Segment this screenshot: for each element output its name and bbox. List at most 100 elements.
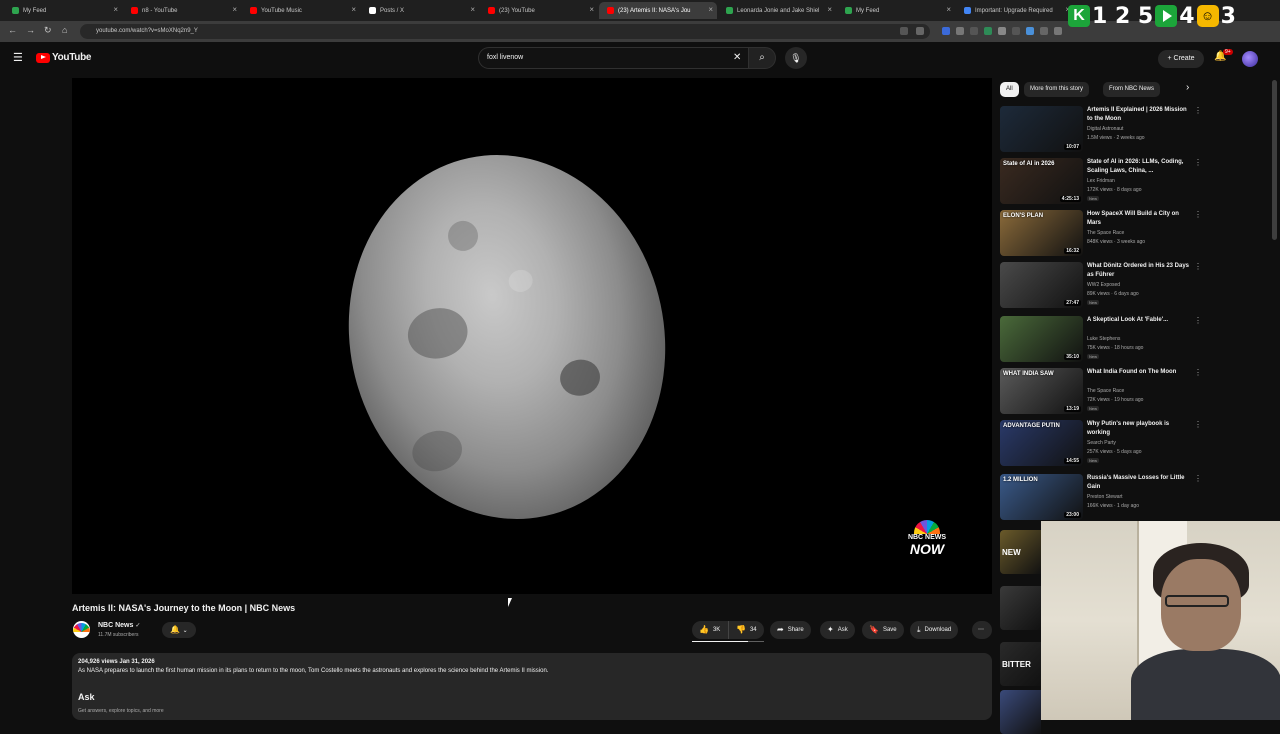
star-icon[interactable] <box>916 27 924 35</box>
page-scrollbar[interactable] <box>1272 80 1277 240</box>
browser-tab[interactable]: My Feed × <box>4 2 122 19</box>
more-vertical-icon[interactable]: ⋮ <box>1194 420 1202 429</box>
more-vertical-icon[interactable]: ⋮ <box>1194 316 1202 325</box>
save-button[interactable]: 🔖 Save <box>862 621 904 639</box>
extension-icon[interactable] <box>942 27 950 35</box>
extension-icon[interactable] <box>1040 27 1048 35</box>
close-tab-icon[interactable]: × <box>351 5 356 14</box>
browser-tab[interactable]: (23) YouTube × <box>480 2 598 19</box>
address-bar[interactable]: youtube.com/watch?v=sMoXNq2n9_Y <box>80 24 930 39</box>
browser-tab[interactable]: Leonarda Jonie and Jake Shiel × <box>718 2 836 19</box>
recommendation-item[interactable]: 10:07 Artemis II Explained | 2026 Mission… <box>1000 106 1202 154</box>
recommendation-item[interactable]: 35:10 A Skeptical Look At 'Fable'... Luke … <box>1000 316 1202 364</box>
close-tab-icon[interactable]: × <box>708 5 713 14</box>
extension-icon[interactable] <box>1012 27 1020 35</box>
close-tab-icon[interactable]: × <box>589 5 594 14</box>
recommendation-channel[interactable]: Search Party <box>1087 440 1116 446</box>
close-tab-icon[interactable]: × <box>113 5 118 14</box>
video-thumbnail[interactable]: 10:07 <box>1000 106 1083 152</box>
recommendation-title[interactable]: Why Putin's new playbook is working <box>1087 420 1191 438</box>
recommendation-channel[interactable]: The Space Race <box>1087 388 1124 394</box>
menu-icon[interactable]: ☰ <box>13 51 23 64</box>
video-thumbnail[interactable]: WHAT INDIA SAW 13:19 <box>1000 368 1083 414</box>
home-icon[interactable]: ⌂ <box>62 25 67 35</box>
close-tab-icon[interactable]: × <box>470 5 475 14</box>
recommendation-channel[interactable]: Lex Fridman <box>1087 178 1115 184</box>
recommendation-title[interactable]: Russia's Massive Losses for Little Gain <box>1087 474 1191 492</box>
more-vertical-icon[interactable]: ⋮ <box>1194 106 1202 115</box>
reload-icon[interactable]: ↻ <box>44 25 52 36</box>
more-vertical-icon[interactable]: ⋮ <box>1194 474 1202 483</box>
recommendation-item[interactable]: WHAT INDIA SAW 13:19 What India Found on T… <box>1000 368 1202 416</box>
clear-search-icon[interactable]: ✕ <box>733 52 741 63</box>
close-tab-icon[interactable]: × <box>827 5 832 14</box>
recommendation-title[interactable]: What India Found on The Moon <box>1087 368 1191 377</box>
recommendation-item[interactable]: 1.2 MILLION 23:00 Russia's Massive Losses … <box>1000 474 1202 522</box>
cast-icon[interactable] <box>900 27 908 35</box>
video-thumbnail[interactable]: 35:10 <box>1000 316 1083 362</box>
chip-from-nbc-news[interactable]: From NBC News <box>1103 82 1161 97</box>
video-thumbnail[interactable] <box>1000 690 1041 734</box>
recommendation-item[interactable]: State of AI in 2026 4:25:13 State of AI in… <box>1000 158 1202 206</box>
browser-tab[interactable]: My Feed × <box>837 2 955 19</box>
ask-button[interactable]: ✦ Ask <box>820 621 855 639</box>
browser-tab[interactable]: YouTube Music × <box>242 2 360 19</box>
video-thumbnail[interactable]: 27:47 <box>1000 262 1083 308</box>
dislike-button[interactable]: 👎 34 <box>729 621 764 639</box>
recommendation-channel[interactable]: The Space Race <box>1087 230 1124 236</box>
youtube-logo[interactable]: YouTube <box>36 52 92 63</box>
browser-tab[interactable]: (23) Artemis II: NASA's Jou × <box>599 2 717 19</box>
subscription-bell-button[interactable]: 🔔 ⌄ <box>162 622 196 638</box>
recommendation-title[interactable]: State of AI in 2026: LLMs, Coding, Scali… <box>1087 158 1191 176</box>
chip-more-from-story[interactable]: More from this story <box>1024 82 1090 97</box>
extension-icon[interactable] <box>984 27 992 35</box>
recommendation-title[interactable]: Artemis II Explained | 2026 Mission to t… <box>1087 106 1191 124</box>
recommendation-channel[interactable]: Digital Astronaut <box>1087 126 1123 132</box>
browser-tab[interactable]: n8 - YouTube × <box>123 2 241 19</box>
recommendation-title[interactable]: What Dönitz Ordered in His 23 Days as Fü… <box>1087 262 1191 280</box>
video-thumbnail[interactable]: ELON'S PLAN 16:32 <box>1000 210 1083 256</box>
recommendation-title[interactable]: A Skeptical Look At 'Fable'... <box>1087 316 1191 325</box>
chip-all[interactable]: All <box>1000 82 1019 97</box>
chevron-right-icon[interactable]: › <box>1186 82 1189 93</box>
video-thumbnail[interactable]: 1.2 MILLION 23:00 <box>1000 474 1083 520</box>
video-thumbnail[interactable]: BITTER <box>1000 642 1041 686</box>
browser-tab[interactable]: Posts / X × <box>361 2 479 19</box>
extension-icon[interactable] <box>1026 27 1034 35</box>
video-player[interactable]: NBC NEWS NOW <box>72 78 992 594</box>
recommendation-item[interactable]: 27:47 What Dönitz Ordered in His 23 Days … <box>1000 262 1202 310</box>
recommendation-title[interactable]: How SpaceX Will Build a City on Mars <box>1087 210 1191 228</box>
description-box[interactable]: 204,926 views Jan 31, 2026 As NASA prepa… <box>72 653 992 720</box>
close-tab-icon[interactable]: × <box>946 5 951 14</box>
extension-icon[interactable] <box>956 27 964 35</box>
browser-tab[interactable]: Important: Upgrade Required× <box>956 2 1074 19</box>
more-vertical-icon[interactable]: ⋮ <box>1194 368 1202 377</box>
create-button[interactable]: + Create <box>1158 50 1204 68</box>
share-button[interactable]: ➦ Share <box>770 621 811 639</box>
recommendation-item[interactable]: ADVANTAGE PUTIN 14:55 Why Putin's new play… <box>1000 420 1202 468</box>
video-thumbnail[interactable]: ADVANTAGE PUTIN 14:55 <box>1000 420 1083 466</box>
more-actions-button[interactable]: ⋯ <box>972 621 992 639</box>
like-button[interactable]: 👍 3K <box>692 621 729 639</box>
recommendation-channel[interactable]: Luke Stephens <box>1087 336 1120 342</box>
search-input[interactable]: foxl livenow <box>478 47 748 69</box>
channel-avatar[interactable] <box>73 621 90 638</box>
extension-icon[interactable] <box>998 27 1006 35</box>
back-icon[interactable]: ← <box>8 25 17 35</box>
extension-icon[interactable] <box>1054 27 1062 35</box>
account-avatar[interactable] <box>1242 51 1258 67</box>
more-vertical-icon[interactable]: ⋮ <box>1194 262 1202 271</box>
recommendation-channel[interactable]: WW2 Exposed <box>1087 282 1120 288</box>
more-vertical-icon[interactable]: ⋮ <box>1194 210 1202 219</box>
close-tab-icon[interactable]: × <box>232 5 237 14</box>
channel-name[interactable]: NBC News ✓ <box>98 622 140 629</box>
forward-icon[interactable]: → <box>26 25 35 35</box>
search-button[interactable]: ⌕ <box>748 47 776 69</box>
video-thumbnail[interactable] <box>1000 586 1041 630</box>
recommendation-item[interactable]: ELON'S PLAN 16:32 How SpaceX Will Build a … <box>1000 210 1202 258</box>
extension-icon[interactable] <box>970 27 978 35</box>
more-vertical-icon[interactable]: ⋮ <box>1194 158 1202 167</box>
download-button[interactable]: ⤓ Download <box>910 621 959 639</box>
recommendation-channel[interactable]: Preston Stewart <box>1087 494 1123 500</box>
video-thumbnail[interactable]: NEW <box>1000 530 1041 574</box>
